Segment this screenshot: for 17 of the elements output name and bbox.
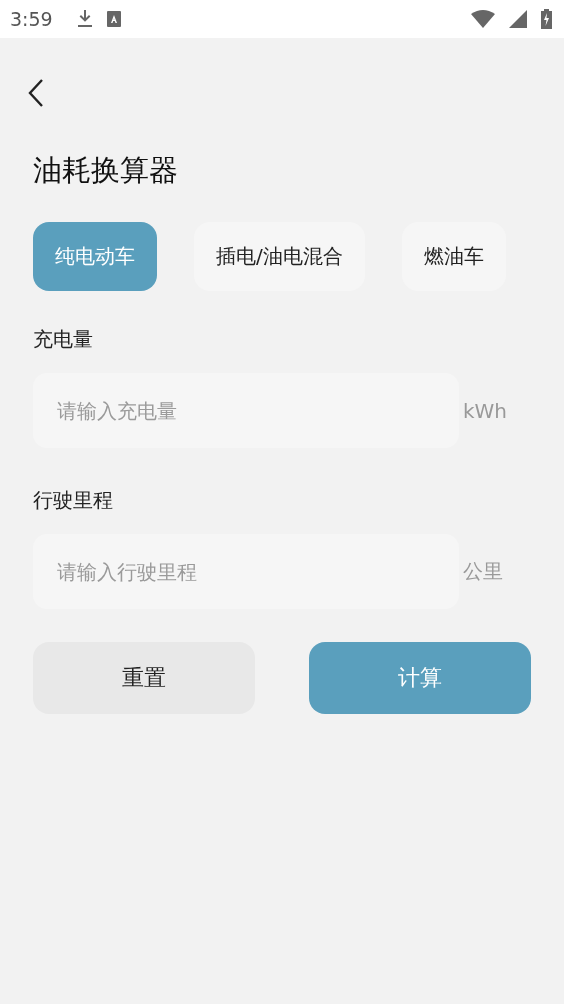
unit-label: 公里 — [463, 558, 503, 585]
download-icon — [76, 10, 93, 28]
input-field[interactable]: 请输入行驶里程 — [33, 534, 459, 609]
input-field[interactable]: 请输入充电量 — [33, 373, 459, 448]
vehicle-type-tab[interactable]: 插电/油电混合 — [194, 222, 365, 291]
app-notification-icon — [106, 11, 121, 27]
wifi-icon — [471, 10, 495, 28]
signal-icon — [509, 10, 527, 28]
battery-icon — [541, 9, 552, 29]
field-label: 充电量 — [33, 326, 94, 353]
reset-button[interactable]: 重置 — [33, 642, 255, 714]
unit-label: kWh — [463, 398, 508, 423]
field-label: 行驶里程 — [33, 487, 114, 514]
status-time: 3:59 — [10, 8, 53, 30]
vehicle-type-tab[interactable]: 燃油车 — [401, 222, 506, 291]
page-title: 油耗换算器 — [33, 152, 179, 189]
back-button[interactable] — [27, 78, 45, 108]
